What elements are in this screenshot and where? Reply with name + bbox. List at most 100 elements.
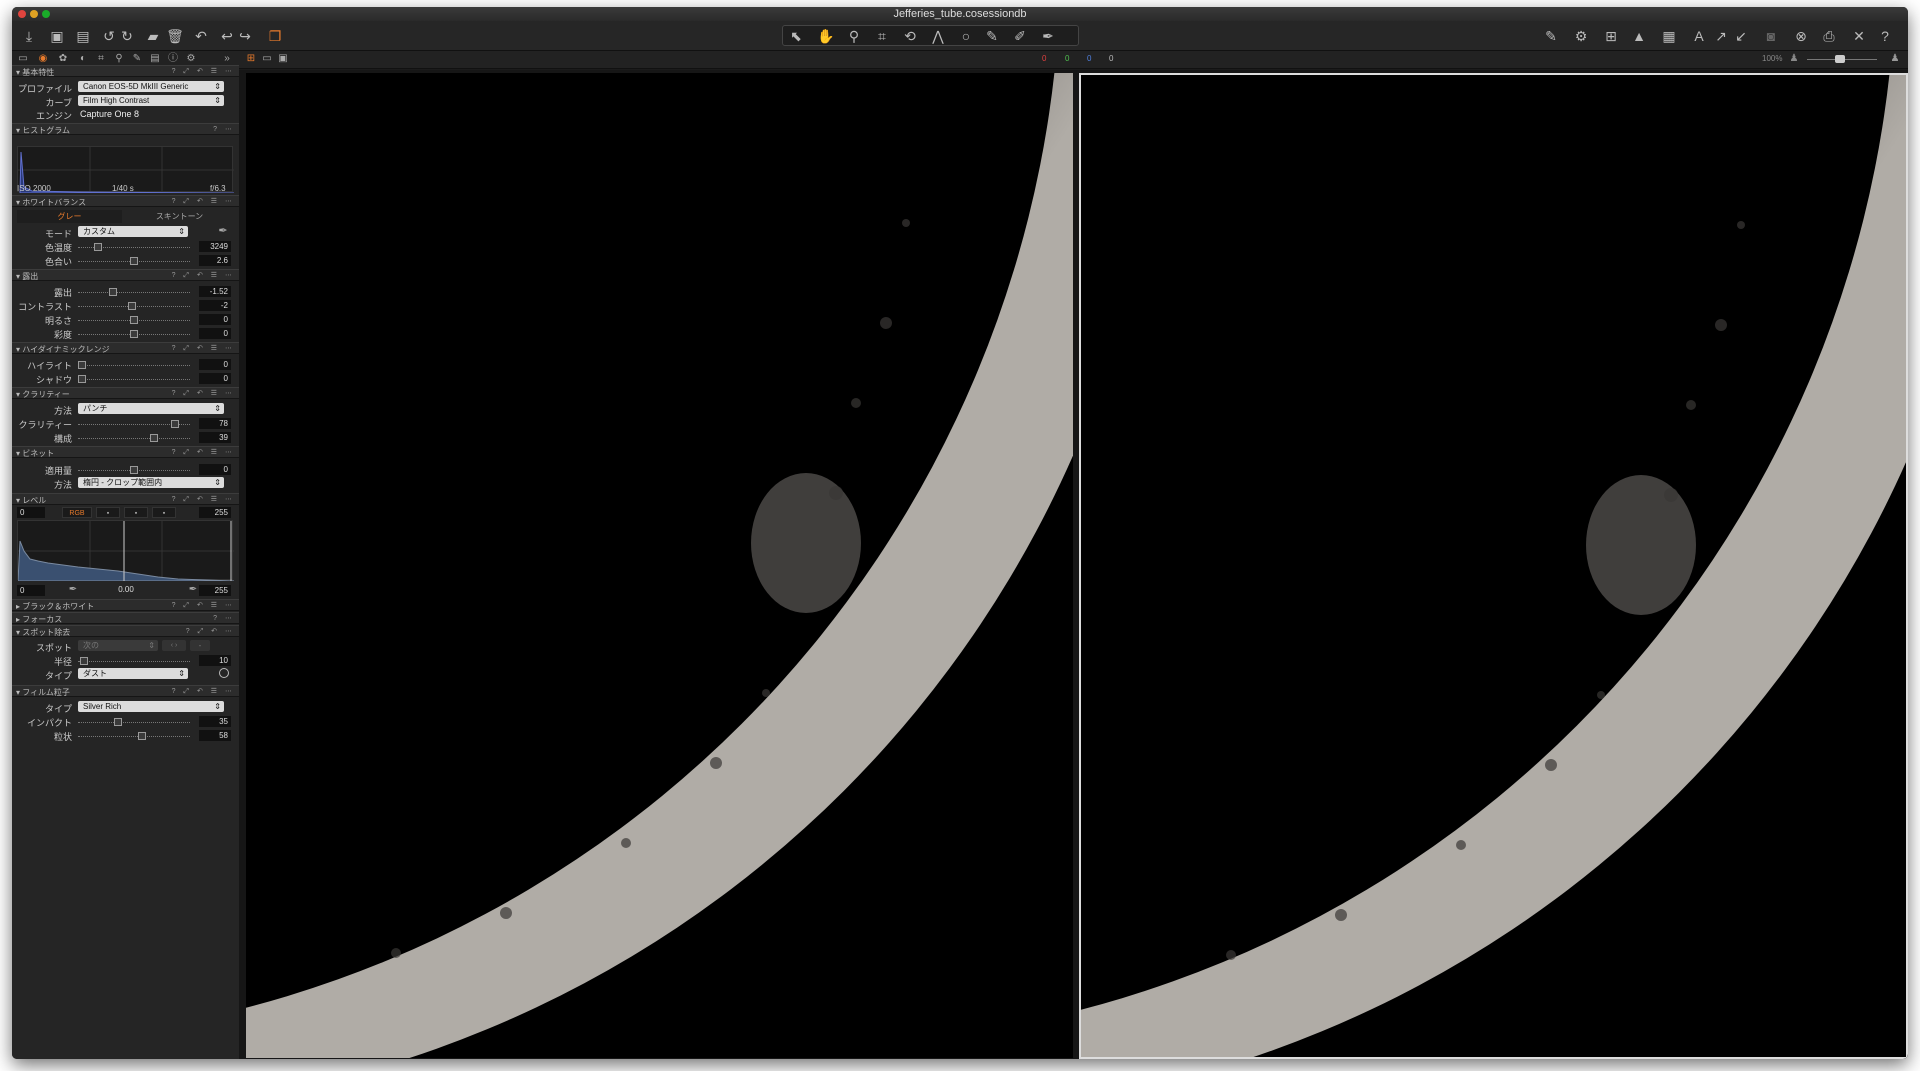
rotate-right-icon[interactable]: ↻ xyxy=(118,27,136,45)
levels-midpoint[interactable]: 0.00 xyxy=(112,585,140,594)
levels-output-high[interactable]: 255 xyxy=(199,585,231,596)
impact-slider[interactable] xyxy=(78,718,190,726)
grid2-icon[interactable]: ▦ xyxy=(1660,27,1678,45)
keystone-icon[interactable]: ⋀ xyxy=(929,27,947,45)
shadow-slider[interactable] xyxy=(78,375,190,383)
section-histogram[interactable]: ▾ ヒストグラム? ⋯ xyxy=(12,123,239,135)
import-icon[interactable]: ⤓ xyxy=(20,27,38,45)
arrows-out-icon[interactable]: ↙ xyxy=(1732,27,1750,45)
close-window-button[interactable] xyxy=(18,10,26,18)
section-film-grain[interactable]: ▾ フィルム粒子? ⤢ ↶ ☰ ⋯ xyxy=(12,685,239,697)
section-exposure[interactable]: ▾ 露出? ⤢ ↶ ☰ ⋯ xyxy=(12,269,239,281)
levels-output-low[interactable]: 0 xyxy=(17,585,45,596)
highlight-value[interactable]: 0 xyxy=(199,359,231,370)
hand-icon[interactable]: ✋ xyxy=(817,27,835,45)
capture-tab-icon[interactable]: ◉ xyxy=(36,52,50,66)
picker-icon[interactable]: ✐ xyxy=(1011,27,1029,45)
structure-slider[interactable] xyxy=(78,434,190,442)
shadow-value[interactable]: 0 xyxy=(199,373,231,384)
grid-icon[interactable]: ⊞ xyxy=(1602,27,1620,45)
section-focus[interactable]: ▸ フォーカス? ⋯ xyxy=(12,612,239,624)
color-tab-icon[interactable]: ✿ xyxy=(56,52,70,66)
vignette-method-dropdown[interactable]: 楕円 - クロップ範囲内 xyxy=(78,477,224,488)
exposure-knob[interactable] xyxy=(109,288,118,296)
spot-dropdown[interactable]: 次の xyxy=(78,640,158,651)
thumb-size-knob[interactable] xyxy=(1835,55,1845,63)
undo-icon[interactable]: ↩ xyxy=(218,27,236,45)
pen-icon[interactable]: ✎ xyxy=(1542,27,1560,45)
brightness-knob[interactable] xyxy=(130,316,138,324)
levels-green-tab[interactable]: ▪ xyxy=(124,507,148,518)
camera-icon[interactable]: ◙ xyxy=(1762,27,1780,45)
tint-knob[interactable] xyxy=(130,257,138,265)
levels-red-tab[interactable]: ▪ xyxy=(96,507,120,518)
kelvin-slider[interactable] xyxy=(78,243,190,251)
exposure-value[interactable]: -1.52 xyxy=(199,286,231,297)
person-small-icon[interactable]: ♟ xyxy=(1787,52,1801,66)
mode-dropdown[interactable]: カスタム xyxy=(78,226,188,237)
spot-nav-buttons[interactable]: ‹ › xyxy=(162,640,186,651)
tint-value[interactable]: 2.6 xyxy=(199,255,231,266)
select-cursor-icon[interactable]: ⬉ xyxy=(787,27,805,45)
variant-icon[interactable]: ❐ xyxy=(266,27,284,45)
rotate-tool-icon[interactable]: ⟲ xyxy=(901,27,919,45)
more-tabs-icon[interactable]: » xyxy=(220,52,234,66)
grid-view-icon[interactable]: ⊞ xyxy=(244,52,258,66)
clarity-method-dropdown[interactable]: パンチ xyxy=(78,403,224,414)
black-picker-icon[interactable]: ✒ xyxy=(64,581,82,599)
levels-histogram[interactable] xyxy=(17,520,235,582)
grain-type-dropdown[interactable]: Silver Rich xyxy=(78,701,224,712)
image-left[interactable] xyxy=(246,73,1073,1058)
section-clarity[interactable]: ▾ クラリティー? ⤢ ↶ ☰ ⋯ xyxy=(12,387,239,399)
close-circle-icon[interactable]: ⊗ xyxy=(1792,27,1810,45)
section-white-balance[interactable]: ▾ ホワイトバランス? ⤢ ↶ ☰ ⋯ xyxy=(12,195,239,207)
text-icon[interactable]: A xyxy=(1690,27,1708,45)
output-tab-icon[interactable]: ▤ xyxy=(148,52,162,66)
saturation-value[interactable]: 0 xyxy=(199,328,231,339)
tools-icon[interactable]: ✕ xyxy=(1850,27,1868,45)
batch-tab-icon[interactable]: ⚙ xyxy=(184,52,198,66)
help-icon[interactable]: ? xyxy=(1876,27,1894,45)
tab-gray[interactable]: グレー xyxy=(17,210,122,223)
library-tab-icon[interactable]: ▭ xyxy=(16,52,30,66)
album-icon[interactable]: ▰ xyxy=(144,27,162,45)
tint-slider[interactable] xyxy=(78,257,190,265)
clarity-knob[interactable] xyxy=(170,420,179,428)
levels-blue-tab[interactable]: ▪ xyxy=(152,507,176,518)
eyedropper-wb-icon[interactable]: ✒ xyxy=(214,222,232,240)
exposure-slider[interactable] xyxy=(78,288,190,296)
brush-icon[interactable]: ✎ xyxy=(983,27,1001,45)
granularity-value[interactable]: 58 xyxy=(199,730,231,741)
highlight-slider[interactable] xyxy=(78,361,190,369)
details-tab-icon[interactable]: ⚲ xyxy=(112,52,126,66)
granularity-slider[interactable] xyxy=(78,732,190,740)
metadata-tab-icon[interactable]: ⓘ xyxy=(166,52,180,66)
single-view-icon[interactable]: ▭ xyxy=(260,52,274,66)
arrows-in-icon[interactable]: ↗ xyxy=(1712,27,1730,45)
radius-slider[interactable] xyxy=(78,657,190,665)
highlight-knob[interactable] xyxy=(78,361,86,369)
clarity-slider[interactable] xyxy=(78,420,190,428)
section-spot-removal[interactable]: ▾ スポット除去? ⤢ ↶ ⋯ xyxy=(12,625,239,637)
proof-view-icon[interactable]: ▣ xyxy=(276,52,290,66)
radius-knob[interactable] xyxy=(80,657,89,665)
eyedropper-icon[interactable]: ✒ xyxy=(1039,27,1057,45)
saturation-knob[interactable] xyxy=(130,330,138,338)
redo-icon[interactable]: ↪ xyxy=(236,27,254,45)
kelvin-value[interactable]: 3249 xyxy=(199,241,231,252)
curve-dropdown[interactable]: Film High Contrast xyxy=(78,95,224,106)
granularity-knob[interactable] xyxy=(138,732,147,740)
vignette-amount-knob[interactable] xyxy=(130,466,138,474)
contrast-knob[interactable] xyxy=(127,302,136,310)
spot-icon[interactable]: ○ xyxy=(957,27,975,45)
levels-input-low[interactable]: 0 xyxy=(17,507,45,518)
lens-tab-icon[interactable]: ⌗ xyxy=(94,52,108,66)
crop-icon[interactable]: ⌗ xyxy=(873,27,891,45)
zoom-window-button[interactable] xyxy=(42,10,50,18)
section-hdr[interactable]: ▾ ハイダイナミックレンジ? ⤢ ↶ ☰ ⋯ xyxy=(12,342,239,354)
browser-icon[interactable]: ▤ xyxy=(74,27,92,45)
vignette-amount-value[interactable]: 0 xyxy=(199,464,231,475)
local-tab-icon[interactable]: ✎ xyxy=(130,52,144,66)
minimize-window-button[interactable] xyxy=(30,10,38,18)
impact-value[interactable]: 35 xyxy=(199,716,231,727)
